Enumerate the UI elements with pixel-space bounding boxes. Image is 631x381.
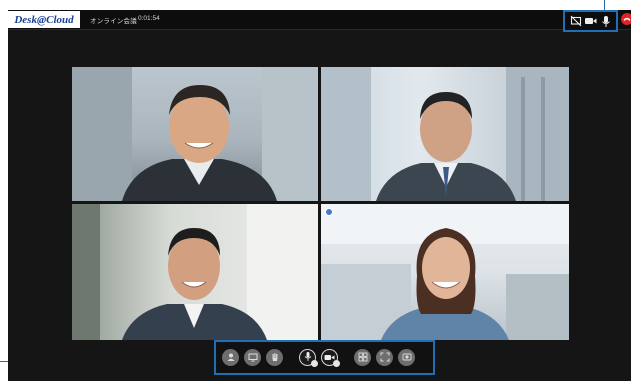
participant-4-image: [321, 204, 569, 340]
record-icon: [402, 349, 412, 367]
fullscreen-button[interactable]: [376, 349, 393, 366]
camera-icon[interactable]: [584, 15, 597, 28]
screen-off-icon[interactable]: [569, 15, 582, 28]
title-bar: Desk@Cloud オンライン会議 0:01:54: [8, 10, 631, 32]
pinned-indicator-icon: [325, 208, 333, 216]
grid-layout-icon: [358, 349, 368, 367]
fullscreen-icon: [380, 349, 390, 367]
microphone-icon[interactable]: [599, 15, 612, 28]
screen-share-button[interactable]: [244, 349, 261, 366]
participant-1-image: [72, 67, 318, 201]
participant-video-1[interactable]: [72, 67, 318, 201]
meeting-title: オンライン会議: [90, 18, 137, 25]
participants-icon: [226, 349, 236, 367]
top-media-controls: [563, 10, 618, 32]
participant-3-image: [72, 204, 318, 340]
raise-hand-icon: [270, 349, 280, 367]
participant-2-image: [321, 67, 569, 201]
participant-video-4[interactable]: [321, 204, 569, 340]
hang-up-button[interactable]: [621, 13, 631, 25]
participant-video-2[interactable]: [321, 67, 569, 201]
meeting-toolbar: [214, 340, 435, 375]
screenshot: Desk@Cloud オンライン会議 0:01:54: [0, 0, 631, 381]
video-conference-window: Desk@Cloud オンライン会議 0:01:54: [8, 10, 631, 381]
microphone-toggle-button[interactable]: [299, 349, 318, 367]
app-logo: Desk@Cloud: [8, 11, 80, 28]
raise-hand-button[interactable]: [266, 349, 283, 366]
participants-button[interactable]: [222, 349, 239, 366]
screen-share-icon: [248, 349, 258, 367]
mic-options-icon[interactable]: [311, 360, 318, 367]
camera-options-icon[interactable]: [333, 360, 340, 367]
record-button[interactable]: [398, 349, 415, 366]
participant-video-3[interactable]: [72, 204, 318, 340]
elapsed-time: 0:01:54: [138, 15, 160, 22]
grid-layout-button[interactable]: [354, 349, 371, 366]
camera-toggle-button[interactable]: [321, 349, 340, 367]
